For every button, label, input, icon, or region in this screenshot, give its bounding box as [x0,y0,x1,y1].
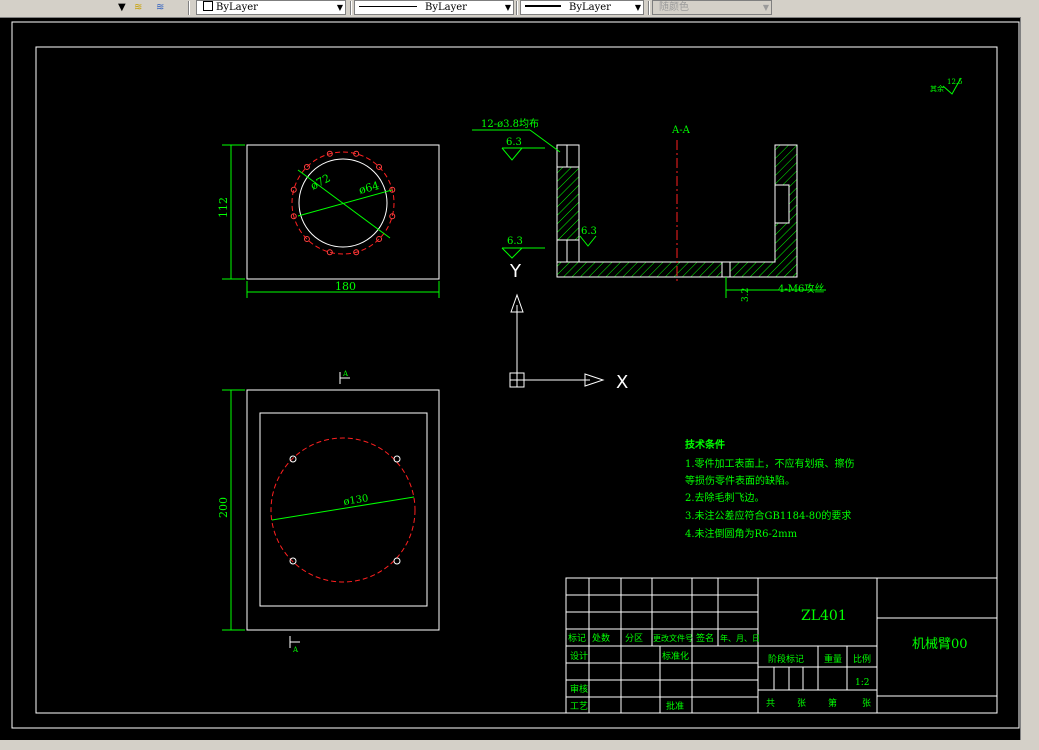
svg-text:12.5: 12.5 [947,78,963,86]
scale-value: 1:2 [855,678,869,688]
svg-text:张: 张 [797,698,806,709]
svg-text:第: 第 [828,697,837,709]
part-name: 机械臂00 [912,637,968,652]
svg-text:设计: 设计 [570,650,588,662]
bolt-hole [303,163,310,170]
dim-height-bottom: 200 [217,497,230,518]
bolt-hole [376,163,383,170]
tech-line: 2.去除毛刺飞边。 [685,491,765,504]
chevron-down-icon: ▼ [634,3,641,12]
roughness-bottom: 6.3 [507,236,523,247]
svg-text:批准: 批准 [666,700,684,712]
ucs-icon: Y X [509,261,628,393]
bottom-view: ø130 200 A A [217,370,440,654]
tech-line: 3.未注公差应符合GB1184-80的要求 [685,509,851,522]
tech-line: 1.零件加工表面上，不应有划痕、擦伤 [685,457,855,470]
dim-dia-outer: ø72 [308,171,332,192]
svg-text:签名: 签名 [696,632,714,644]
vertical-scrollbar[interactable] [1020,17,1039,740]
ucs-x-label: X [616,372,628,393]
drawing-canvas[interactable]: ø72 ø64 112 180 A-A 12-ø3.8均布 6.3 6.3 6.… [0,17,1020,740]
layer-previous-icon[interactable]: ≋ [156,0,164,16]
lineweight-preview-icon [525,5,561,7]
section-view: A-A 12-ø3.8均布 6.3 6.3 6.3 4-M6攻丝 3.2 [472,118,826,302]
properties-toolbar: ▼ ≋ ≋ ByLayer ▼ ByLayer ▼ ByLayer ▼ 随颜色 … [0,0,1039,18]
tech-line: 等损伤零件表面的缺陷。 [685,474,795,487]
general-roughness: 其余 12.5 [930,77,963,95]
ucs-y-label: Y [509,261,522,282]
tech-title: 技术条件 [685,438,725,451]
tech-line: 4.未注倒圆角为R6-2mm [685,527,798,540]
bolt-circle-bottom [270,437,416,583]
dim-dia-bottom: ø130 [343,493,370,508]
svg-text:比例: 比例 [853,653,871,665]
svg-text:张: 张 [862,698,871,709]
chevron-down-icon: ▼ [336,3,343,12]
svg-text:处数: 处数 [592,632,610,644]
roughness-top: 6.3 [506,137,522,148]
dim-height: 112 [217,197,230,218]
note-hole-pattern: 12-ø3.8均布 [481,118,539,130]
lineweight-combo[interactable]: ByLayer ▼ [520,0,644,15]
svg-text:工艺: 工艺 [570,701,588,712]
dropdown-arrow-icon[interactable]: ▼ [118,0,126,16]
svg-text:其余: 其余 [930,84,944,93]
section-mark-bottom: A [292,646,299,654]
section-label: A-A [671,125,691,136]
layer-combo[interactable]: ByLayer ▼ [196,0,346,15]
chevron-down-icon: ▼ [762,3,769,12]
layer-states-icon[interactable]: ≋ [134,0,142,16]
note-tapped-holes: 4-M6攻丝 [778,282,824,295]
dim-width: 180 [335,280,356,293]
line-preview-icon [359,6,417,7]
chevron-down-icon: ▼ [504,3,511,12]
svg-text:阶段标记: 阶段标记 [768,653,804,665]
dim-depth: 3.2 [741,288,751,302]
svg-text:年、月、日: 年、月、日 [720,633,760,643]
color-swatch-icon [203,1,213,11]
svg-text:共: 共 [766,698,775,709]
linetype-combo[interactable]: ByLayer ▼ [354,0,514,15]
tech-requirements: 技术条件 1.零件加工表面上，不应有划痕、擦伤 等损伤零件表面的缺陷。 2.去除… [685,438,855,540]
bolt-hole [376,236,383,243]
top-view: ø72 ø64 112 180 [217,144,440,298]
material-label: ZL401 [801,608,847,624]
color-combo[interactable]: 随颜色 ▼ [652,0,772,15]
horizontal-scrollbar[interactable] [0,740,1039,750]
svg-text:更改文件号: 更改文件号 [653,633,693,643]
svg-text:分区: 分区 [625,633,643,644]
svg-text:审核: 审核 [570,683,588,695]
roughness-inner: 6.3 [581,226,597,237]
svg-text:标记: 标记 [568,632,586,644]
bolt-hole [303,236,310,243]
section-mark-top: A [342,370,349,378]
svg-text:重量: 重量 [824,653,842,665]
svg-text:标准化: 标准化 [662,650,689,662]
